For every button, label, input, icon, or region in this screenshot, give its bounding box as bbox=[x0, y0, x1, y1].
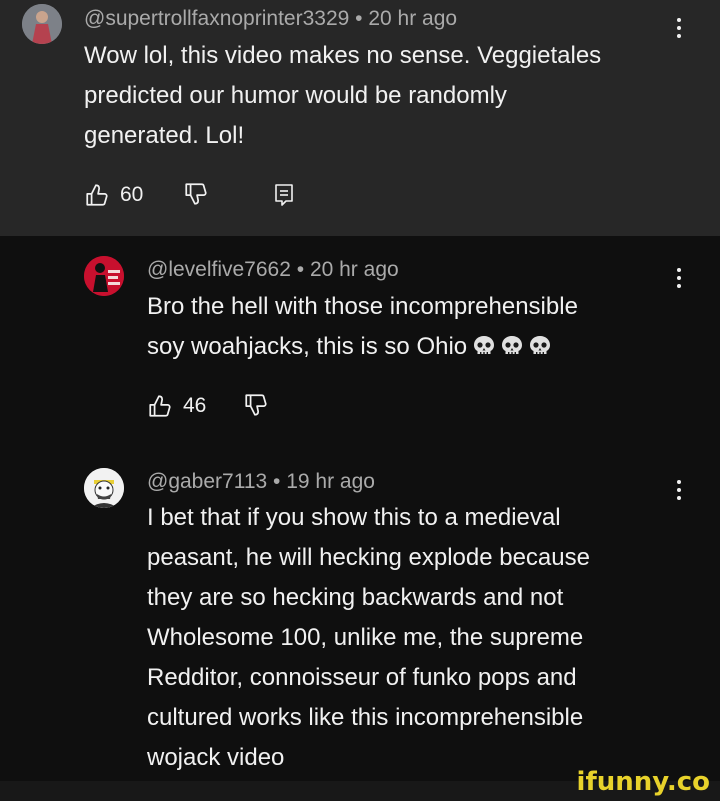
thumbs-down-icon bbox=[185, 183, 207, 205]
comment-1: @supertrollfaxnoprinter3329 • 20 hr ago … bbox=[0, 0, 720, 236]
comment-line: generated. Lol! bbox=[84, 122, 245, 149]
reply-button[interactable] bbox=[273, 182, 295, 208]
avatar-image-icon bbox=[22, 4, 62, 44]
comment-text: I bet that if you show this to a medieva… bbox=[147, 498, 707, 778]
meta-separator: • bbox=[290, 258, 310, 281]
avatar[interactable] bbox=[22, 4, 62, 44]
comment-line-with-emoji: soy woahjacks, this is so Ohio bbox=[147, 327, 707, 367]
comment-line: soy woahjacks, this is so Ohio bbox=[147, 333, 468, 360]
avatar[interactable] bbox=[84, 468, 124, 508]
like-button[interactable]: 46 bbox=[147, 393, 206, 419]
comment-handle[interactable]: @gaber7113 bbox=[147, 470, 267, 493]
avatar-image-icon bbox=[84, 468, 124, 508]
like-count: 60 bbox=[120, 183, 144, 206]
comment-line: cultured works like this incomprehensibl… bbox=[147, 704, 584, 731]
dislike-button[interactable] bbox=[243, 392, 269, 418]
comment-2: @levelfive7662 • 20 hr ago Bro the hell … bbox=[0, 236, 720, 448]
more-vert-icon bbox=[674, 18, 684, 38]
comment-handle[interactable]: @supertrollfaxnoprinter3329 bbox=[84, 7, 349, 30]
comment-time[interactable]: 19 hr ago bbox=[286, 470, 375, 493]
more-vert-icon bbox=[674, 480, 684, 500]
comment-text: Wow lol, this video makes no sense. Vegg… bbox=[84, 36, 704, 156]
comment-text: Bro the hell with those incomprehensible… bbox=[147, 287, 707, 367]
comment-line: peasant, he will hecking explode because bbox=[147, 544, 590, 571]
skull-emoji-icon bbox=[502, 336, 523, 354]
comment-time[interactable]: 20 hr ago bbox=[368, 7, 457, 30]
like-count: 46 bbox=[183, 394, 207, 417]
skull-emoji-icon bbox=[530, 336, 551, 354]
skull-emoji-icon bbox=[474, 336, 495, 354]
thumbs-up-icon bbox=[86, 184, 108, 206]
comment-line: they are so hecking backwards and not bbox=[147, 584, 564, 611]
meta-separator: • bbox=[349, 7, 369, 30]
comment-meta: @levelfive7662 • 20 hr ago bbox=[147, 258, 399, 282]
comment-line: I bet that if you show this to a medieva… bbox=[147, 504, 561, 531]
comment-line: Redditor, connoisseur of funko pops and bbox=[147, 664, 577, 691]
avatar-image-icon bbox=[84, 256, 124, 296]
comment-line: Wow lol, this video makes no sense. Vegg… bbox=[84, 42, 602, 69]
comment-meta: @supertrollfaxnoprinter3329 • 20 hr ago bbox=[84, 7, 457, 31]
comment-handle[interactable]: @levelfive7662 bbox=[147, 258, 291, 281]
avatar[interactable] bbox=[84, 256, 124, 296]
like-button[interactable]: 60 bbox=[84, 182, 143, 208]
thumbs-up-icon bbox=[149, 395, 171, 417]
comment-line: Bro the hell with those incomprehensible bbox=[147, 293, 578, 320]
comment-time[interactable]: 20 hr ago bbox=[310, 258, 399, 281]
watermark: ifunny.co bbox=[576, 767, 710, 797]
comment-3: @gaber7113 • 19 hr ago I bet that if you… bbox=[0, 448, 720, 781]
comment-meta: @gaber7113 • 19 hr ago bbox=[147, 470, 375, 494]
dislike-button[interactable] bbox=[183, 181, 209, 207]
more-vert-icon bbox=[674, 268, 684, 288]
thumbs-down-icon bbox=[245, 394, 267, 416]
comment-line: predicted our humor would be randomly bbox=[84, 82, 507, 109]
reply-icon bbox=[275, 184, 293, 206]
meta-separator: • bbox=[267, 470, 287, 493]
comment-line: Wholesome 100, unlike me, the supreme bbox=[147, 624, 584, 651]
